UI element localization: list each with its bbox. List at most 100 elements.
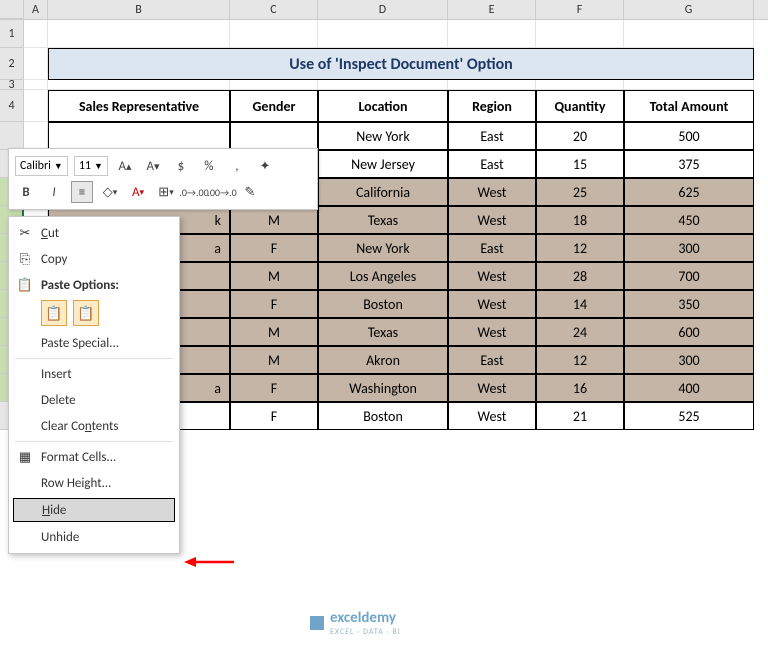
hdr-qty: Quantity [536, 90, 624, 122]
cell[interactable]: West [448, 206, 536, 234]
italic-button[interactable]: I [43, 181, 65, 203]
menu-hide[interactable]: Hide [13, 498, 175, 522]
cell[interactable]: 16 [536, 374, 624, 402]
cell[interactable]: 20 [536, 122, 624, 150]
cell[interactable]: 28 [536, 262, 624, 290]
cell[interactable] [230, 122, 318, 150]
cell[interactable]: Boston [318, 402, 448, 430]
row-head-2[interactable]: 2 [0, 48, 24, 80]
comma-button[interactable]: , [226, 155, 248, 177]
inc-decimal-button[interactable]: .0→.00 [183, 181, 205, 203]
cell[interactable]: F [230, 290, 318, 318]
col-f[interactable]: F [536, 0, 624, 19]
align-button[interactable]: ≡ [71, 181, 93, 203]
cell[interactable]: 600 [624, 318, 754, 346]
cell[interactable]: 24 [536, 318, 624, 346]
row-head-4[interactable]: 4 [0, 90, 24, 122]
cell[interactable]: West [448, 262, 536, 290]
cell[interactable]: New York [318, 122, 448, 150]
cell[interactable]: F [230, 234, 318, 262]
paste-icon[interactable]: 📋 [41, 300, 67, 326]
cell[interactable]: 18 [536, 206, 624, 234]
menu-delete[interactable]: Delete [9, 387, 179, 413]
grow-font-button[interactable]: A▴ [114, 155, 136, 177]
menu-unhide[interactable]: Unhide [9, 524, 179, 550]
cell[interactable]: Los Angeles [318, 262, 448, 290]
cell[interactable]: 12 [536, 346, 624, 374]
cell[interactable]: 300 [624, 234, 754, 262]
cell[interactable]: Boston [318, 290, 448, 318]
col-d[interactable]: D [318, 0, 448, 19]
cell[interactable]: 350 [624, 290, 754, 318]
cell[interactable]: West [448, 374, 536, 402]
row-head[interactable] [0, 122, 24, 150]
cell[interactable]: 25 [536, 178, 624, 206]
cell[interactable]: F [230, 374, 318, 402]
row-head-1[interactable]: 1 [0, 20, 24, 48]
col-e[interactable]: E [448, 0, 536, 19]
cell[interactable]: East [448, 234, 536, 262]
cell[interactable]: East [448, 150, 536, 178]
menu-format-cells[interactable]: ▦Format Cells... [9, 444, 179, 470]
cell[interactable]: 12 [536, 234, 624, 262]
cell[interactable]: Washington [318, 374, 448, 402]
font-select[interactable]: Calibri▼ [15, 156, 68, 176]
cell[interactable]: M [230, 262, 318, 290]
menu-insert[interactable]: Insert [9, 361, 179, 387]
cell[interactable]: 300 [624, 346, 754, 374]
cell[interactable]: East [448, 122, 536, 150]
menu-clear-contents[interactable]: Clear Contents [9, 413, 179, 439]
cell[interactable]: 21 [536, 402, 624, 430]
cell[interactable]: M [230, 206, 318, 234]
menu-copy[interactable]: ⎘Copy [9, 246, 179, 272]
paste-values-icon[interactable]: 📋 [73, 300, 99, 326]
menu-paste-special[interactable]: Paste Special... [9, 330, 179, 356]
bold-button[interactable]: B [15, 181, 37, 203]
cell[interactable]: West [448, 178, 536, 206]
select-all-cell[interactable] [0, 0, 24, 19]
cell[interactable]: 400 [624, 374, 754, 402]
col-b[interactable]: B [48, 0, 230, 19]
cell[interactable]: 14 [536, 290, 624, 318]
col-g[interactable]: G [624, 0, 754, 19]
currency-button[interactable]: $ [170, 155, 192, 177]
fill-color-button[interactable]: ◇▾ [99, 181, 121, 203]
cell[interactable]: Texas [318, 206, 448, 234]
cell[interactable]: M [230, 318, 318, 346]
cell[interactable]: 625 [624, 178, 754, 206]
brush-icon[interactable]: ✎ [239, 181, 261, 203]
row-head-3[interactable]: 3 [0, 80, 24, 90]
cell[interactable] [48, 122, 230, 150]
col-a[interactable]: A [24, 0, 48, 19]
cell[interactable]: 450 [624, 206, 754, 234]
cell[interactable]: 15 [536, 150, 624, 178]
cell[interactable]: F [230, 402, 318, 430]
menu-row-height[interactable]: Row Height... [9, 470, 179, 496]
row-3: 3 [0, 80, 768, 90]
cell[interactable]: California [318, 178, 448, 206]
size-select[interactable]: 11▼ [74, 156, 108, 176]
cell[interactable]: West [448, 318, 536, 346]
cell[interactable]: New York [318, 234, 448, 262]
cell[interactable]: 525 [624, 402, 754, 430]
dec-decimal-button[interactable]: .00→.0 [211, 181, 233, 203]
shrink-font-button[interactable]: A▾ [142, 155, 164, 177]
borders-button[interactable]: ⊞▾ [155, 181, 177, 203]
percent-button[interactable]: % [198, 155, 220, 177]
cell[interactable]: Akron [318, 346, 448, 374]
cell[interactable]: Texas [318, 318, 448, 346]
cell[interactable]: West [448, 402, 536, 430]
cell[interactable]: M [230, 346, 318, 374]
clipboard-icon: 📋 [17, 277, 33, 293]
menu-cut[interactable]: ✂Cut [9, 220, 179, 246]
cell[interactable]: 500 [624, 122, 754, 150]
cell[interactable]: 375 [624, 150, 754, 178]
cell[interactable]: East [448, 346, 536, 374]
format-painter-icon[interactable]: ✦ [254, 155, 276, 177]
mini-toolbar[interactable]: Calibri▼ 11▼ A▴ A▾ $ % , ✦ B I ≡ ◇▾ A▾ ⊞… [8, 148, 318, 210]
cell[interactable]: West [448, 290, 536, 318]
font-color-button[interactable]: A▾ [127, 181, 149, 203]
cell[interactable]: 700 [624, 262, 754, 290]
cell[interactable]: New Jersey [318, 150, 448, 178]
col-c[interactable]: C [230, 0, 318, 19]
